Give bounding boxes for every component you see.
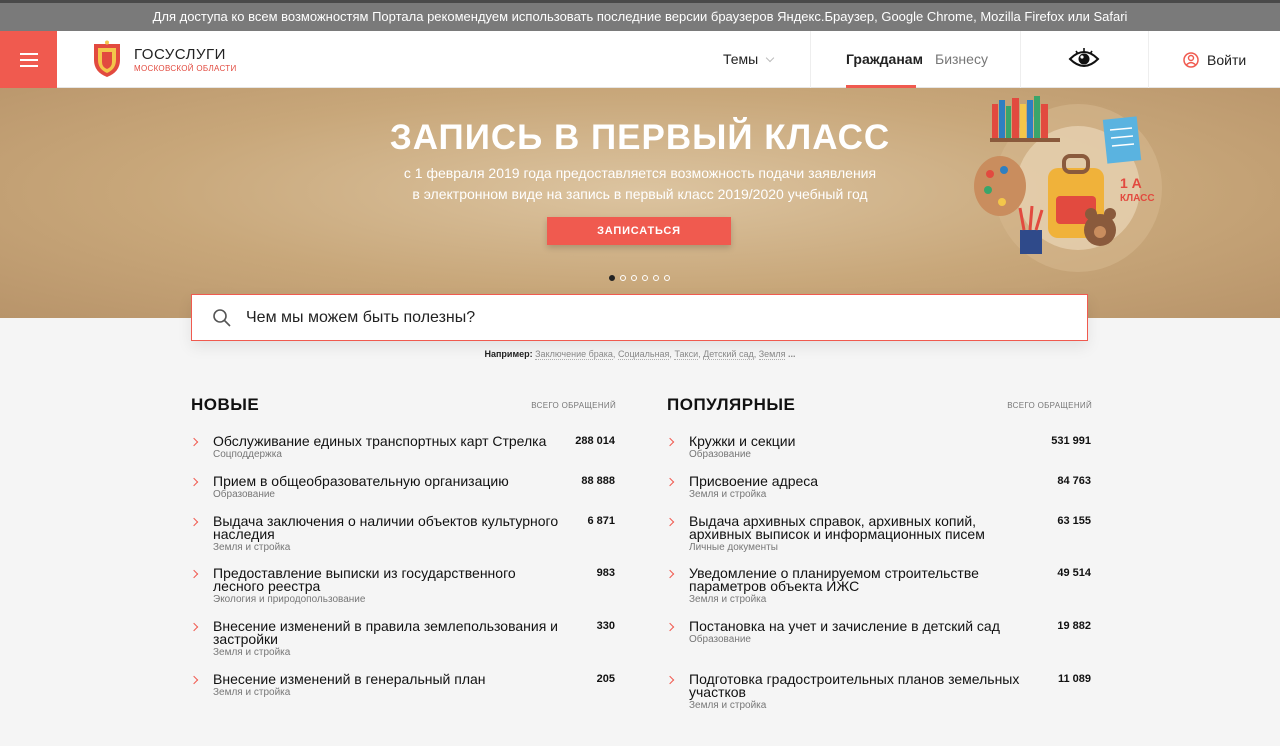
logo-subtitle: МОСКОВСКОЙ ОБЛАСТИ	[134, 63, 237, 73]
service-category: Земля и стройка	[213, 542, 291, 553]
nav-themes-dropdown[interactable]: Темы	[723, 31, 775, 88]
login-button[interactable]: Войти	[1183, 31, 1246, 88]
service-count: 84 763	[1057, 475, 1091, 487]
site-header: ГОСУСЛУГИ МОСКОВСКОЙ ОБЛАСТИ Темы Гражда…	[0, 31, 1280, 88]
examples-label: Например:	[484, 349, 533, 359]
service-count: 288 014	[575, 435, 615, 447]
chevron-right-icon	[665, 477, 675, 487]
service-count: 49 514	[1057, 567, 1091, 579]
service-name: Присвоение адреса	[689, 473, 819, 489]
chevron-right-icon	[189, 517, 199, 527]
chevron-right-icon	[189, 675, 199, 685]
column-caption: ВСЕГО ОБРАЩЕНИЙ	[1007, 401, 1092, 410]
carousel-dot[interactable]	[609, 275, 615, 281]
popular-services-section: ПОПУЛЯРНЫЕ ВСЕГО ОБРАЩЕНИЙ Кружки и секц…	[665, 395, 1092, 711]
service-count: 11 089	[1057, 673, 1091, 685]
service-name: Предоставление выписки из государственно…	[213, 565, 516, 594]
chevron-right-icon	[189, 477, 199, 487]
service-name: Выдача архивных справок, архивных копий,…	[689, 513, 985, 542]
carousel-dot[interactable]	[631, 275, 637, 281]
example-link[interactable]: Детский сад	[703, 349, 754, 360]
banner-subtitle: с 1 февраля 2019 года предоставляется во…	[403, 165, 877, 202]
service-name: Обслуживание единых транспортных карт Ст…	[213, 433, 547, 449]
example-link[interactable]: Социальная	[617, 349, 670, 360]
service-count: 531 991	[1051, 435, 1091, 447]
service-name: Подготовка градостроительных планов земе…	[689, 671, 1020, 700]
search-examples: Например: Заключение брака, Социальная, …	[484, 349, 796, 360]
chevron-right-icon	[665, 675, 675, 685]
art-label-class-number: 1 А	[1120, 175, 1142, 191]
service-name: Кружки и секции	[689, 433, 796, 449]
example-link[interactable]: Такси	[674, 349, 699, 360]
example-link[interactable]: Земля	[758, 349, 786, 360]
service-category: Земля и стройка	[213, 647, 291, 658]
nav-themes-label: Темы	[723, 51, 759, 67]
eye-icon[interactable]	[1068, 47, 1100, 71]
menu-icon	[19, 52, 38, 55]
user-icon	[1183, 51, 1199, 68]
search-icon	[213, 308, 231, 327]
promo-banner: ЗАПИСЬ В ПЕРВЫЙ КЛАСС с 1 февраля 2019 г…	[0, 88, 1280, 318]
art-label-class: КЛАСС	[1120, 193, 1155, 204]
tab-citizens-label: Гражданам	[846, 51, 923, 67]
example-link[interactable]: Заключение брака	[535, 349, 613, 360]
service-name: Внесение изменений в генеральный план	[213, 671, 486, 687]
chevron-right-icon	[665, 437, 675, 447]
service-count: 983	[596, 567, 615, 579]
menu-button[interactable]	[0, 31, 57, 88]
service-category: Соцподдержка	[213, 449, 282, 460]
service-count: 330	[596, 620, 615, 632]
carousel-dots	[609, 275, 670, 281]
service-category: Земля и стройка	[213, 687, 291, 698]
tab-citizens[interactable]: Гражданам	[846, 31, 923, 88]
chevron-right-icon	[665, 622, 675, 632]
enroll-button[interactable]: ЗАПИСАТЬСЯ	[547, 217, 731, 245]
school-illustration: 1 А КЛАСС	[974, 96, 1162, 272]
logo-title: ГОСУСЛУГИ	[134, 45, 226, 63]
divider	[1148, 31, 1149, 88]
service-count: 6 871	[587, 515, 615, 527]
carousel-dot[interactable]	[653, 275, 659, 281]
service-category: Земля и стройка	[689, 489, 767, 500]
divider	[810, 31, 811, 88]
search-input[interactable]	[246, 308, 1026, 327]
tab-business[interactable]: Бизнесу	[935, 31, 988, 88]
examples-more: ...	[788, 349, 796, 359]
carousel-dot[interactable]	[664, 275, 670, 281]
service-category: Образование	[213, 489, 275, 500]
carousel-dot[interactable]	[642, 275, 648, 281]
service-name: Уведомление о планируемом строительстве …	[689, 565, 979, 594]
service-count: 19 882	[1057, 620, 1091, 632]
carousel-dot[interactable]	[620, 275, 626, 281]
chevron-right-icon	[189, 437, 199, 447]
service-name: Прием в общеобразовательную организацию	[213, 473, 509, 489]
chevron-right-icon	[665, 517, 675, 527]
column-caption: ВСЕГО ОБРАЩЕНИЙ	[531, 401, 616, 410]
chevron-right-icon	[189, 569, 199, 579]
service-category: Личные документы	[689, 542, 778, 553]
service-name: Выдача заключения о наличии объектов кул…	[213, 513, 559, 542]
chevron-right-icon	[189, 622, 199, 632]
service-name: Постановка на учет и зачисление в детски…	[689, 618, 1000, 634]
service-count: 88 888	[581, 475, 615, 487]
service-category: Экология и природопользование	[213, 594, 366, 605]
divider	[1020, 31, 1021, 88]
service-category: Образование	[689, 634, 751, 645]
new-services-section: НОВЫЕ ВСЕГО ОБРАЩЕНИЙ Обслуживание едины…	[189, 395, 616, 698]
service-category: Земля и стройка	[689, 594, 767, 605]
service-name: Внесение изменений в правила землепользо…	[213, 618, 558, 647]
service-category: Земля и стройка	[689, 700, 767, 711]
login-label: Войти	[1207, 51, 1247, 68]
browser-notice: Для доступа ко всем возможностям Портала…	[0, 3, 1280, 31]
emblem-icon	[94, 40, 120, 77]
service-count: 63 155	[1057, 515, 1091, 527]
chevron-down-icon	[766, 53, 775, 63]
search-box[interactable]	[191, 294, 1088, 341]
service-count: 205	[596, 673, 615, 685]
chevron-right-icon	[665, 569, 675, 579]
service-category: Образование	[689, 449, 751, 460]
logo[interactable]: ГОСУСЛУГИ МОСКОВСКОЙ ОБЛАСТИ	[90, 40, 237, 78]
